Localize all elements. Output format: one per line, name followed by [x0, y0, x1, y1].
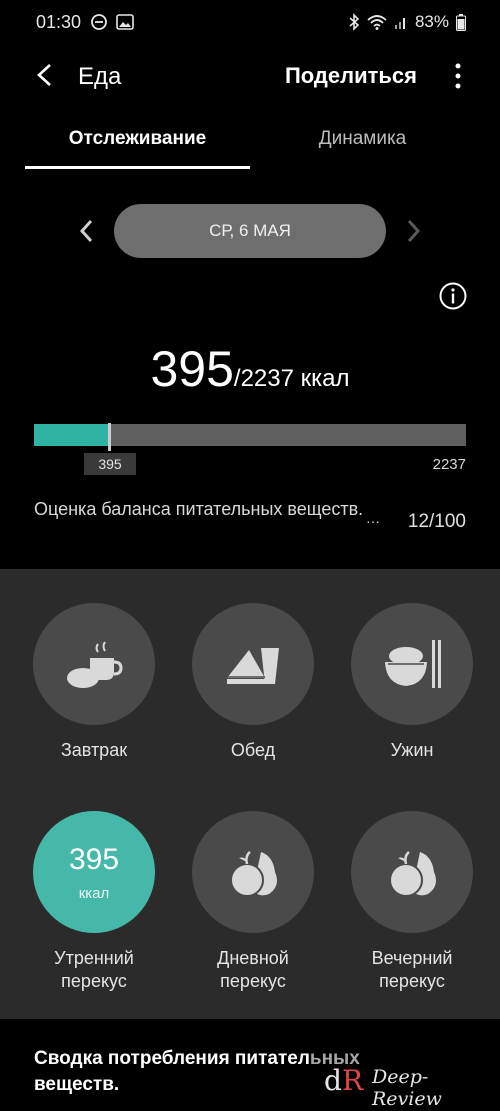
tab-tracking[interactable]: Отслеживание	[25, 128, 250, 170]
morning-snack-calories: 395	[68, 843, 120, 876]
tab-dynamics[interactable]: Динамика	[250, 128, 475, 170]
watermark: d R Deep-Review	[310, 1050, 490, 1110]
svg-text:d: d	[324, 1064, 342, 1096]
meal-dinner-button[interactable]	[351, 603, 473, 725]
status-bar: 01:30 83%	[0, 0, 500, 44]
morning-snack-unit: ккал	[78, 885, 110, 902]
fruit-icon	[389, 851, 436, 897]
meal-breakfast-button[interactable]	[33, 603, 155, 725]
do-not-disturb-icon	[91, 14, 107, 30]
info-icon[interactable]	[438, 281, 468, 311]
meals-panel: Завтрак Обед Ужин 395 ккал Утренний пере…	[0, 569, 500, 1019]
progress-marker	[108, 423, 111, 451]
meal-evening-snack[interactable]: Вечерний перекус	[342, 811, 482, 993]
meal-dinner[interactable]: Ужин	[342, 603, 482, 762]
nutrient-balance-label[interactable]: Оценка баланса питательных веществ.	[34, 497, 364, 522]
meal-morning-snack-label: Утренний перекус	[54, 948, 134, 991]
bluetooth-icon	[349, 13, 360, 31]
nutrient-balance-ellipsis: ···	[366, 513, 380, 529]
meal-dinner-label: Ужин	[390, 740, 434, 760]
gallery-icon	[116, 14, 134, 30]
battery-percent: 83%	[414, 12, 449, 31]
rice-bowl-chopsticks-icon	[385, 640, 441, 688]
battery-icon	[456, 13, 466, 31]
meal-afternoon-snack[interactable]: Дневной перекус	[183, 811, 323, 993]
meal-afternoon-snack-label: Дневной перекус	[217, 948, 289, 991]
meal-morning-snack[interactable]: 395 ккал Утренний перекус	[24, 811, 164, 993]
date-button[interactable]: СР, 6 МАЯ	[114, 204, 386, 258]
coffee-bread-icon	[67, 641, 123, 688]
next-day-icon[interactable]	[400, 216, 426, 246]
page-title: Еда	[78, 63, 122, 90]
meal-evening-snack-label: Вечерний перекус	[371, 948, 453, 991]
meal-morning-snack-button[interactable]: 395 ккал	[33, 811, 155, 933]
wifi-icon	[367, 15, 387, 30]
calories-consumed: 395	[150, 341, 234, 397]
app-header: Еда Поделиться	[0, 52, 500, 102]
calorie-progress-fill	[34, 424, 110, 446]
tab-bar: Отслеживание Динамика	[25, 128, 475, 170]
svg-text:R: R	[342, 1064, 364, 1096]
signal-icon	[394, 18, 405, 29]
share-button[interactable]: Поделиться	[285, 63, 417, 89]
nutrient-balance-score: 12/100	[407, 511, 466, 532]
meal-lunch[interactable]: Обед	[183, 603, 323, 762]
calories-target: /2237 ккал	[233, 365, 350, 392]
date-selector: СР, 6 МАЯ	[0, 204, 500, 258]
watermark-text: Deep-Review	[372, 1066, 442, 1110]
meal-lunch-label: Обед	[230, 740, 276, 760]
fruit-icon	[230, 851, 277, 897]
deep-review-logo: d R	[324, 1064, 364, 1096]
previous-day-icon[interactable]	[74, 216, 100, 246]
progress-value-label: 395	[84, 453, 136, 475]
meal-lunch-button[interactable]	[192, 603, 314, 725]
progress-max-label: 2237	[432, 456, 466, 473]
calorie-progress-bar	[34, 424, 466, 446]
meal-afternoon-snack-button[interactable]	[192, 811, 314, 933]
meal-breakfast[interactable]: Завтрак	[24, 603, 164, 762]
sandwich-drink-icon	[227, 648, 279, 684]
meal-breakfast-label: Завтрак	[60, 740, 128, 760]
calorie-summary: 395/2237 ккал	[0, 340, 500, 398]
more-options-icon[interactable]	[452, 62, 464, 92]
status-time: 01:30	[36, 12, 82, 32]
meal-evening-snack-button[interactable]	[351, 811, 473, 933]
active-tab-indicator	[25, 166, 250, 169]
back-arrow-icon[interactable]	[30, 60, 60, 90]
